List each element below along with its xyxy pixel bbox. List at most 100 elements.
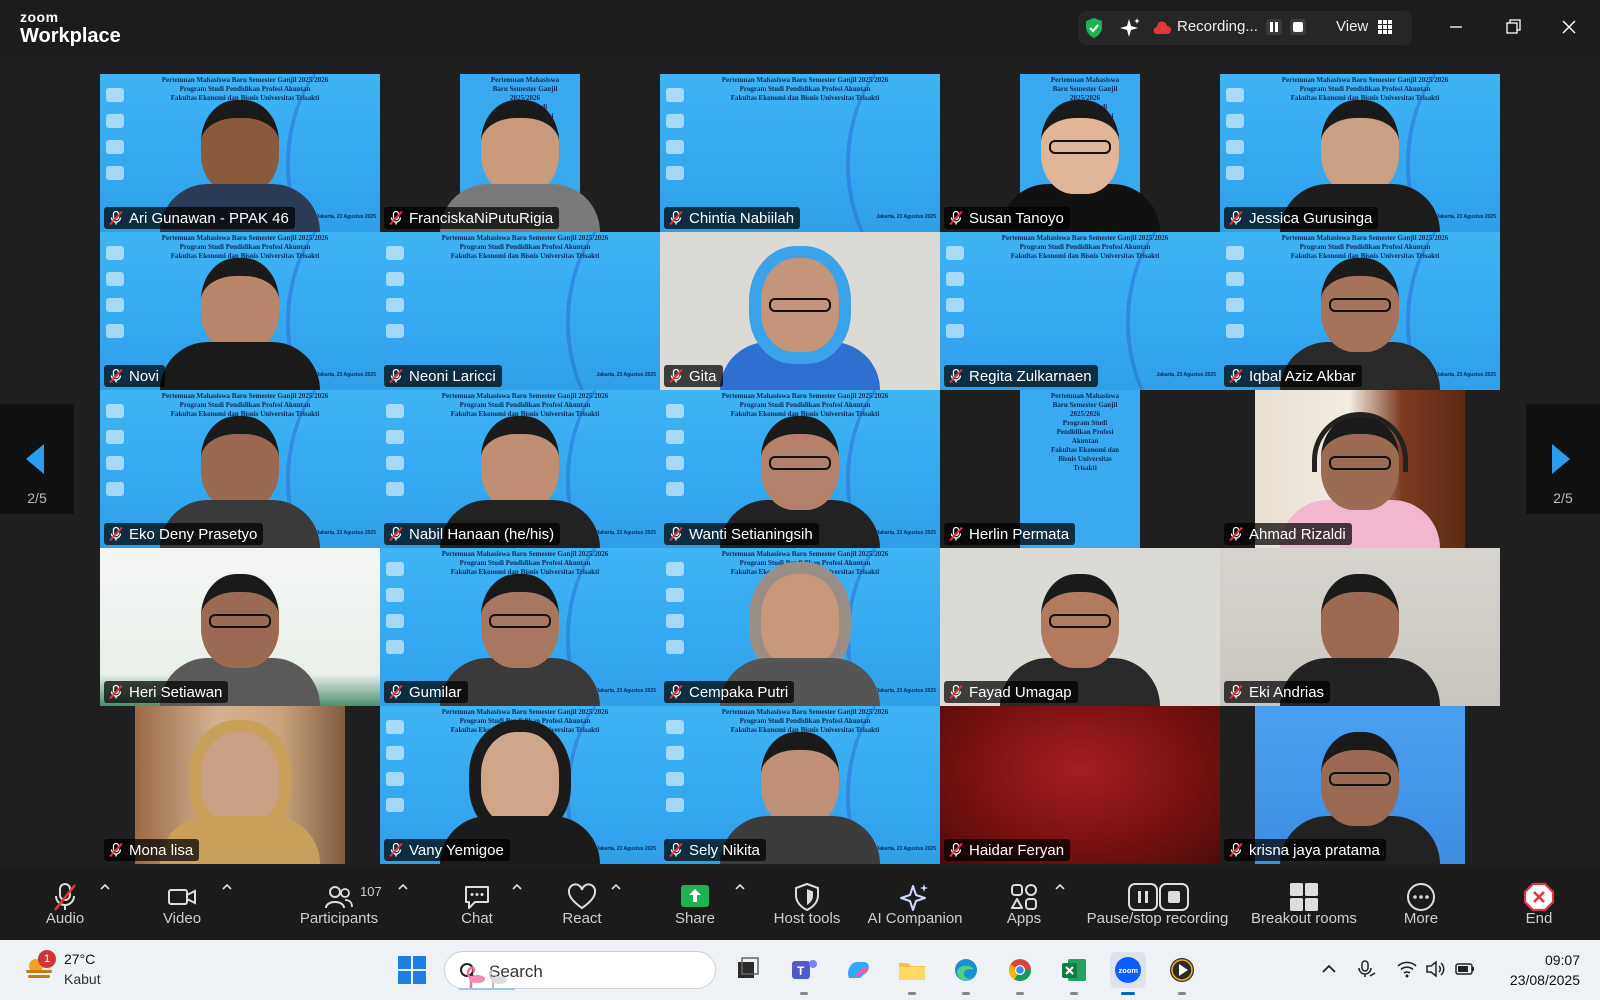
mic-muted-icon	[669, 368, 683, 384]
virtual-background-text: Pertemuan Mahasiswa Baru Semester Ganjil…	[1281, 76, 1449, 102]
participant-tile[interactable]: Pertemuan Mahasiswa Baru Semester Ganjil…	[100, 232, 380, 390]
participant-tile[interactable]: Pertemuan Mahasiswa Baru Semester Ganjil…	[380, 706, 660, 864]
participant-tile[interactable]: Pertemuan Mahasiswa Baru Semester Ganjil…	[660, 548, 940, 706]
participant-tile[interactable]: Pertemuan Mahasiswa Baru Semester Ganjil…	[1220, 232, 1500, 390]
windows-start-icon[interactable]	[398, 956, 426, 984]
wifi-icon[interactable]	[1396, 958, 1418, 980]
background-date: Jakarta, 23 Agustus 2025	[876, 214, 936, 220]
copilot-app[interactable]	[840, 952, 876, 988]
next-page-button[interactable]: 2/5	[1526, 404, 1600, 514]
participant-tile[interactable]: Heri Setiawan	[100, 548, 380, 706]
background-date: Jakarta, 23 Agustus 2025	[596, 846, 656, 852]
previous-page-button[interactable]: 2/5	[0, 404, 74, 514]
participant-name-tag: Eki Andrias	[1224, 681, 1331, 703]
more-label: More	[1403, 910, 1439, 927]
weather-condition[interactable]: Kabut	[64, 971, 101, 987]
participants-options-caret-icon[interactable]	[397, 882, 409, 892]
teams-app[interactable]: T	[786, 952, 822, 995]
task-view-icon	[738, 957, 759, 978]
close-window-icon[interactable]	[1554, 12, 1584, 42]
participant-tile[interactable]: Pertemuan Mahasiswa Baru Semester Ganjil…	[660, 706, 940, 864]
breakout-rooms-button[interactable]: Breakout rooms	[1249, 876, 1359, 934]
participant-tile[interactable]: Fayad Umagap	[940, 548, 1220, 706]
mic-muted-icon	[669, 210, 683, 226]
participant-tile[interactable]: Pertemuan Mahasiswa Baru Semester Ganjil…	[380, 548, 660, 706]
edge-app[interactable]	[948, 952, 984, 995]
grid-view-icon[interactable]	[1378, 20, 1392, 34]
restore-window-icon[interactable]	[1498, 12, 1528, 42]
participant-tile[interactable]: Pertemuan Mahasiswa Baru Semester Ganjil…	[660, 390, 940, 548]
chrome-app[interactable]	[1002, 952, 1038, 995]
mic-muted-icon	[1229, 842, 1243, 858]
end-meeting-icon	[1523, 882, 1555, 912]
participant-tile[interactable]: Pertemuan Mahasiswa Baru Semester Ganjil…	[940, 232, 1220, 390]
mic-muted-icon	[949, 368, 963, 384]
background-date: Jakarta, 23 Agustus 2025	[316, 372, 376, 378]
participant-name: Nabil Hanaan (he/his)	[409, 525, 555, 543]
participant-name-tag: Eko Deny Prasetyo	[104, 523, 264, 545]
svg-text:zoom: zoom	[1119, 966, 1139, 975]
mic-muted-icon	[109, 210, 123, 226]
participant-tile[interactable]: Pertemuan Mahasiswa Baru Semester Ganjil…	[1220, 74, 1500, 232]
participant-tile[interactable]: Eki Andrias	[1220, 548, 1500, 706]
participant-name-tag: Ahmad Rizaldi	[1224, 523, 1352, 545]
virtual-background-text: Pertemuan Mahasiswa Baru Semester Ganjil…	[441, 550, 609, 576]
participant-tile[interactable]: Pertemuan Mahasiswa Baru Semester Ganjil…	[100, 390, 380, 548]
participant-tile[interactable]: Pertemuan Mahasiswa Baru Semester Ganjil…	[380, 232, 660, 390]
task-view-app[interactable]	[730, 952, 766, 988]
audio-options-caret-icon[interactable]	[99, 882, 111, 892]
participant-tile[interactable]: Haidar Feryan	[940, 706, 1220, 864]
view-button[interactable]: View	[1336, 18, 1368, 35]
battery-icon[interactable]	[1454, 958, 1476, 980]
virtual-background-text: Pertemuan Mahasiswa Baru Semester Ganjil…	[1001, 234, 1169, 260]
media-player-icon	[1170, 958, 1194, 982]
participants-count: 107	[360, 884, 382, 899]
participant-tile[interactable]: Pertemuan Mahasiswa Baru Semester Ganjil…	[380, 74, 660, 232]
pause-stop-recording-button[interactable]: Pause/stop recording	[1080, 876, 1235, 934]
page-indicator-right: 2/5	[1553, 490, 1573, 506]
taskbar-search-box[interactable]: Search	[444, 951, 716, 990]
participant-tile[interactable]: Pertemuan Mahasiswa Baru Semester Ganjil…	[940, 390, 1220, 548]
weather-notification-badge: 1	[38, 950, 56, 968]
zoom-app[interactable]: zoom	[1110, 952, 1146, 995]
participant-tile[interactable]: krisna jaya pratama	[1220, 706, 1500, 864]
microphone-in-use-icon[interactable]	[1354, 958, 1376, 980]
participant-tile[interactable]: Mona lisa	[100, 706, 380, 864]
participant-tile[interactable]: Pertemuan Mahasiswa Baru Semester Ganjil…	[100, 74, 380, 232]
chat-label: Chat	[461, 910, 493, 927]
encryption-shield-icon[interactable]	[1082, 16, 1106, 40]
stop-recording-button[interactable]	[1290, 19, 1306, 35]
media-player-app[interactable]	[1164, 952, 1200, 995]
more-button[interactable]: More	[1366, 876, 1476, 934]
show-hidden-icons-chevron-icon[interactable]	[1318, 958, 1340, 980]
share-options-caret-icon[interactable]	[734, 882, 746, 892]
host-tools-button[interactable]: Host tools	[752, 876, 862, 934]
background-logos	[666, 562, 688, 666]
system-clock[interactable]: 09:07 23/08/2025	[1480, 950, 1580, 990]
participant-tile[interactable]: Pertemuan Mahasiswa Baru Semester Ganjil…	[660, 74, 940, 232]
volume-icon[interactable]	[1424, 958, 1446, 980]
chrome-running-indicator	[1016, 992, 1024, 995]
participant-tile[interactable]: Pertemuan Mahasiswa Baru Semester Ganjil…	[940, 74, 1220, 232]
ai-sparkle-icon[interactable]	[1118, 16, 1142, 40]
minimize-window-icon[interactable]	[1441, 12, 1471, 42]
weather-temperature[interactable]: 27°C	[64, 951, 95, 967]
participant-name: Sely Nikita	[689, 841, 760, 859]
participant-tile[interactable]: Ahmad Rizaldi	[1220, 390, 1500, 548]
participants-icon	[325, 886, 353, 909]
file-explorer-app[interactable]	[894, 952, 930, 995]
ai-companion-button[interactable]: AI Companion	[860, 876, 970, 934]
react-options-caret-icon[interactable]	[610, 882, 622, 892]
chat-options-caret-icon[interactable]	[511, 882, 523, 892]
participant-grid: Pertemuan Mahasiswa Baru Semester Ganjil…	[100, 74, 1500, 864]
react-label: React	[562, 910, 602, 927]
end-meeting-button[interactable]: End	[1484, 876, 1594, 934]
excel-app[interactable]	[1056, 952, 1092, 995]
participant-tile[interactable]: Pertemuan Mahasiswa Baru Semester Ganjil…	[380, 390, 660, 548]
pause-recording-button[interactable]	[1266, 19, 1282, 35]
ai-companion-sparkle-icon	[900, 884, 928, 911]
video-options-caret-icon[interactable]	[221, 882, 233, 892]
apps-options-caret-icon[interactable]	[1054, 882, 1066, 892]
participant-tile[interactable]: Gita	[660, 232, 940, 390]
breakout-rooms-icon	[1290, 883, 1318, 911]
